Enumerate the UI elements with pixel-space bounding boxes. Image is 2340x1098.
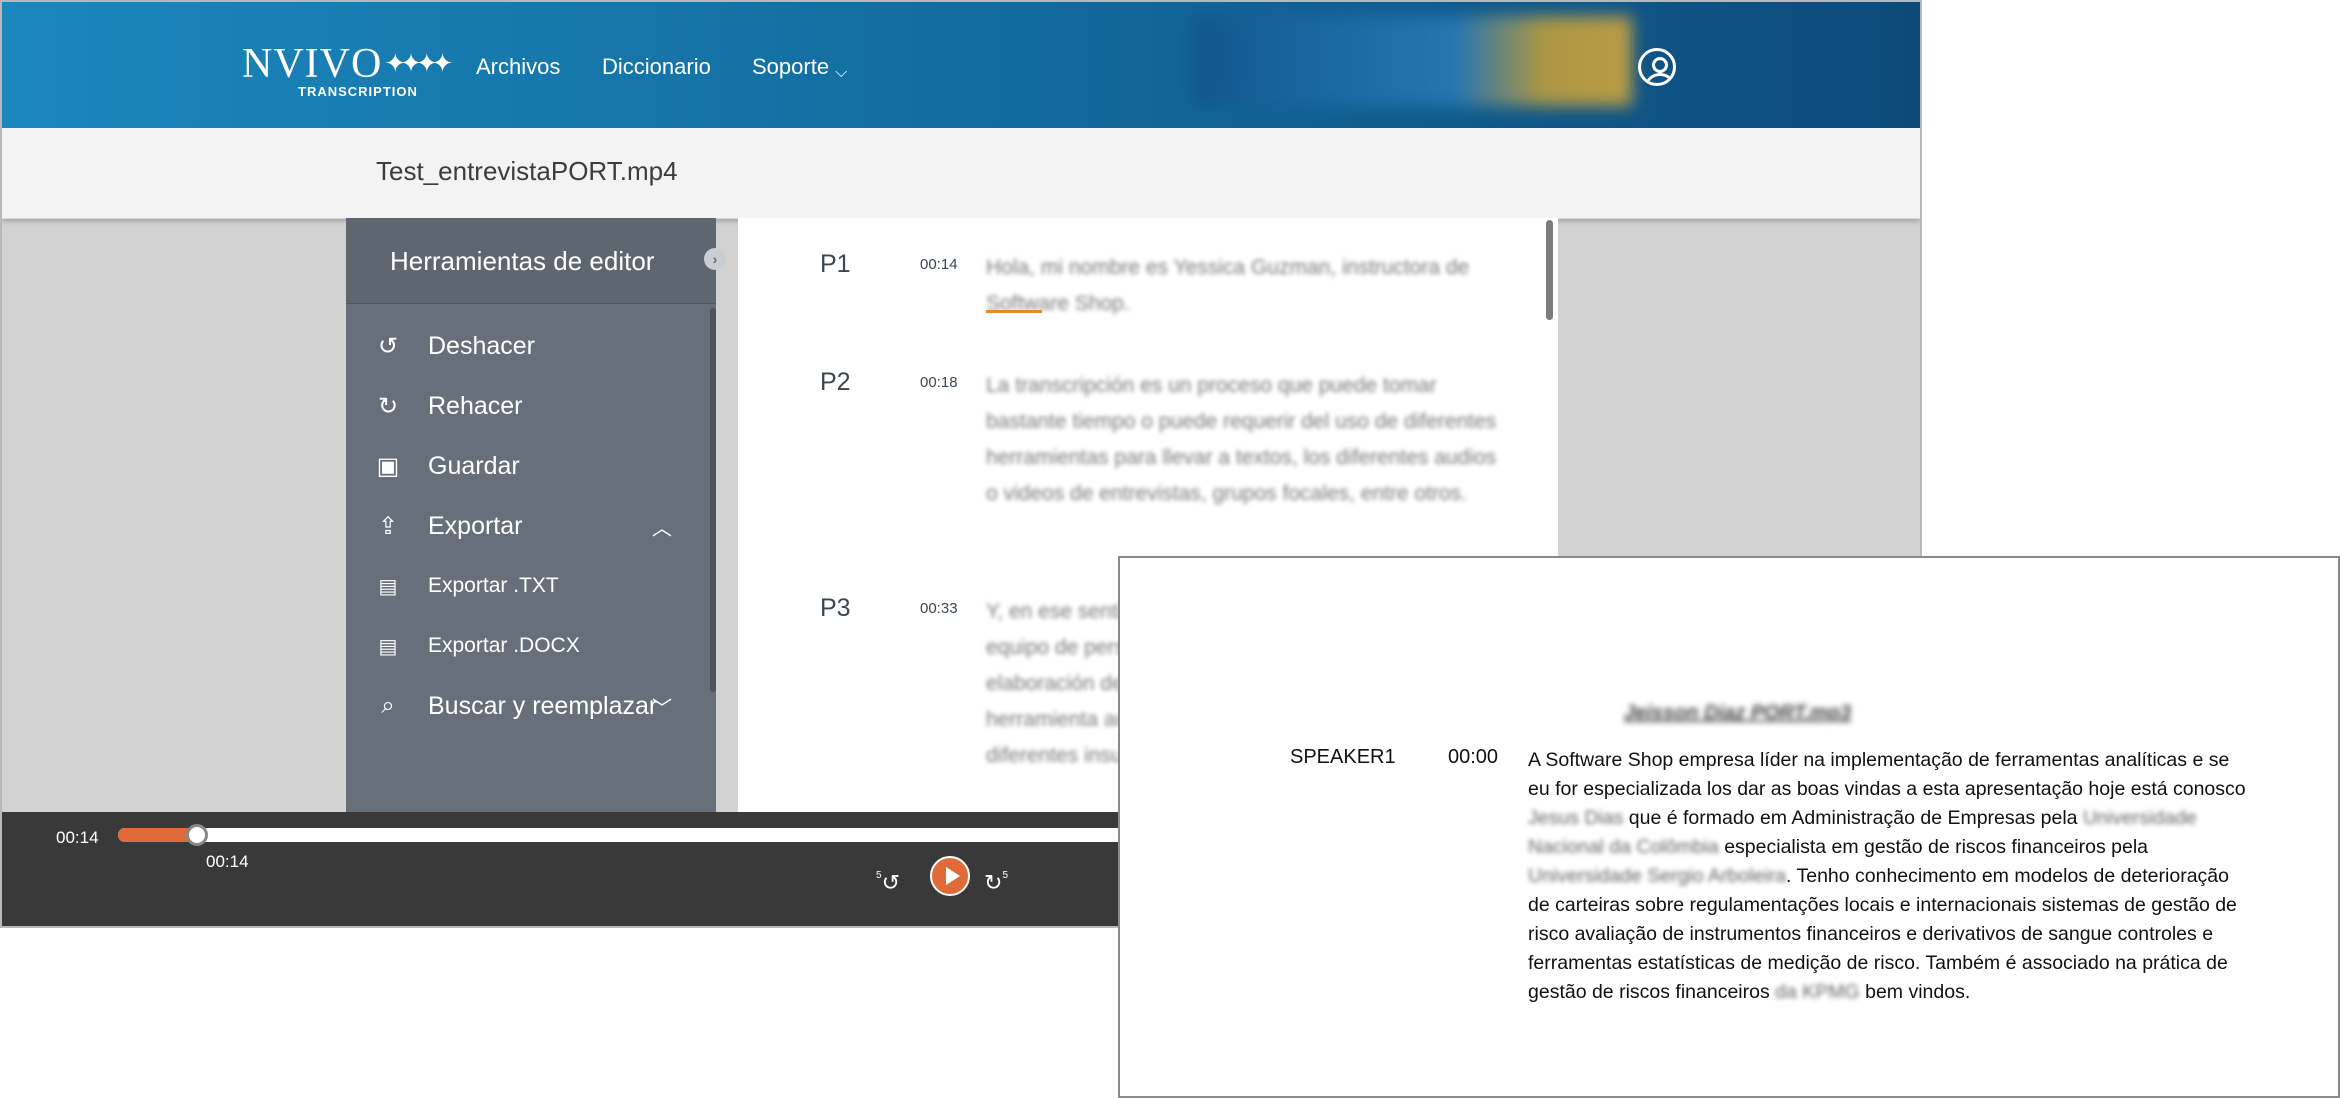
progress-knob[interactable]	[186, 824, 209, 846]
tool-label: Exportar .TXT	[428, 574, 559, 597]
tool-label: Guardar	[428, 451, 520, 480]
document-speaker: SPEAKER1	[1290, 746, 1396, 768]
chevron-up-icon: ︿	[652, 517, 672, 540]
paragraph-id: P1	[820, 250, 851, 278]
rewind-icon: ↺	[881, 870, 900, 895]
forward-icon: ↻	[984, 870, 1003, 895]
document-icon: ▤	[378, 575, 398, 598]
document-body[interactable]: A Software Shop empresa líder na impleme…	[1528, 746, 2248, 1007]
user-account-icon[interactable]	[1638, 48, 1676, 86]
blurred-header-banner	[1192, 16, 1632, 106]
file-title-bar: Test_entrevistaPORT.mp4	[2, 128, 1920, 219]
knob-time: 00:14	[206, 852, 249, 871]
document-text: especialista em gestão de riscos finance…	[1718, 836, 2149, 858]
nav-archivos[interactable]: Archivos	[476, 54, 560, 80]
nav-soporte[interactable]: Soporte ⌵	[752, 54, 848, 81]
tool-buscar-reemplazar[interactable]: ⌕ Buscar y reemplazar ﹀	[346, 676, 716, 736]
document-icon: ▤	[378, 635, 398, 658]
tool-guardar[interactable]: ▣ Guardar	[346, 436, 716, 496]
paragraph-timestamp[interactable]: 00:18	[920, 374, 958, 391]
redo-icon: ↻	[377, 392, 399, 420]
paragraph-id: P3	[820, 594, 851, 622]
redacted-name: da KPMG	[1775, 981, 1860, 1003]
undo-icon: ↺	[377, 332, 399, 360]
file-title: Test_entrevistaPORT.mp4	[376, 156, 678, 186]
paragraph-timestamp[interactable]: 00:33	[920, 600, 958, 617]
paragraph-text[interactable]: Hola, mi nombre es Yessica Guzman, instr…	[986, 250, 1506, 322]
transcript-scrollbar[interactable]	[1546, 220, 1553, 320]
logo-text: NVIVO	[242, 41, 383, 87]
top-header: NVIVO ✦✦✦✦ TRANSCRIPTION Archivos Diccion…	[2, 2, 1920, 128]
editor-tools-sidebar: Herramientas de editor › ↺ Deshacer ↻ Re…	[346, 218, 726, 812]
redacted-name: Jesus Dias	[1528, 807, 1624, 829]
document-timestamp: 00:00	[1448, 746, 1499, 768]
nav-soporte-label: Soporte	[752, 54, 830, 79]
elapsed-time: 00:14	[56, 828, 99, 847]
tool-label: Exportar .DOCX	[428, 634, 580, 657]
logo-subtitle: TRANSCRIPTION	[298, 84, 418, 99]
logo-stars-icon: ✦✦✦✦	[384, 49, 453, 78]
tool-rehacer[interactable]: ↻ Rehacer	[346, 376, 716, 436]
paragraph-text[interactable]: La transcripción es un proceso que puede…	[986, 368, 1506, 512]
nav-diccionario[interactable]: Diccionario	[602, 54, 711, 80]
save-icon: ▣	[376, 452, 400, 480]
spelling-underline	[986, 310, 1042, 313]
skip-seconds: 5	[1002, 870, 1008, 881]
document-title: Jeisson Diaz PORT.mp3	[1624, 702, 1852, 724]
tool-exportar-docx[interactable]: ▤ Exportar .DOCX	[346, 616, 716, 676]
collapse-sidebar-button[interactable]: ›	[704, 248, 726, 270]
tool-label: Buscar y reemplazar	[428, 691, 658, 720]
sidebar-scrollbar[interactable]	[710, 308, 716, 692]
document-text: bem vindos.	[1859, 981, 1971, 1003]
rewind-5-button[interactable]: 5↺	[876, 870, 900, 896]
tool-label: Rehacer	[428, 391, 523, 420]
export-icon: ⇪	[377, 512, 399, 540]
tool-label: Deshacer	[428, 331, 535, 360]
forward-5-button[interactable]: ↻5	[984, 870, 1008, 896]
paragraph-timestamp[interactable]: 00:14	[920, 256, 958, 273]
tool-label: Exportar	[428, 511, 523, 540]
exported-document-window: Jeisson Diaz PORT.mp3 SPEAKER1 00:00 A S…	[1118, 556, 2340, 1098]
paragraph-id: P2	[820, 368, 851, 396]
play-button[interactable]	[930, 856, 970, 896]
document-text: que é formado em Administração de Empres…	[1623, 807, 2083, 829]
chevron-down-icon: ⌵	[835, 64, 848, 81]
tool-exportar[interactable]: ⇪ Exportar ︿	[346, 496, 716, 556]
editor-tools-title: Herramientas de editor	[390, 246, 655, 276]
search-replace-icon: ⌕	[381, 692, 395, 719]
tool-deshacer[interactable]: ↺ Deshacer	[346, 316, 716, 376]
editor-tools-header: Herramientas de editor ›	[346, 218, 726, 304]
nvivo-logo[interactable]: NVIVO ✦✦✦✦ TRANSCRIPTION	[242, 40, 453, 99]
tool-exportar-txt[interactable]: ▤ Exportar .TXT	[346, 556, 716, 616]
redacted-name: Universidade Sergio Arboleira	[1528, 865, 1786, 887]
chevron-down-icon: ﹀	[652, 697, 672, 720]
document-text: A Software Shop empresa líder na impleme…	[1528, 749, 2246, 800]
